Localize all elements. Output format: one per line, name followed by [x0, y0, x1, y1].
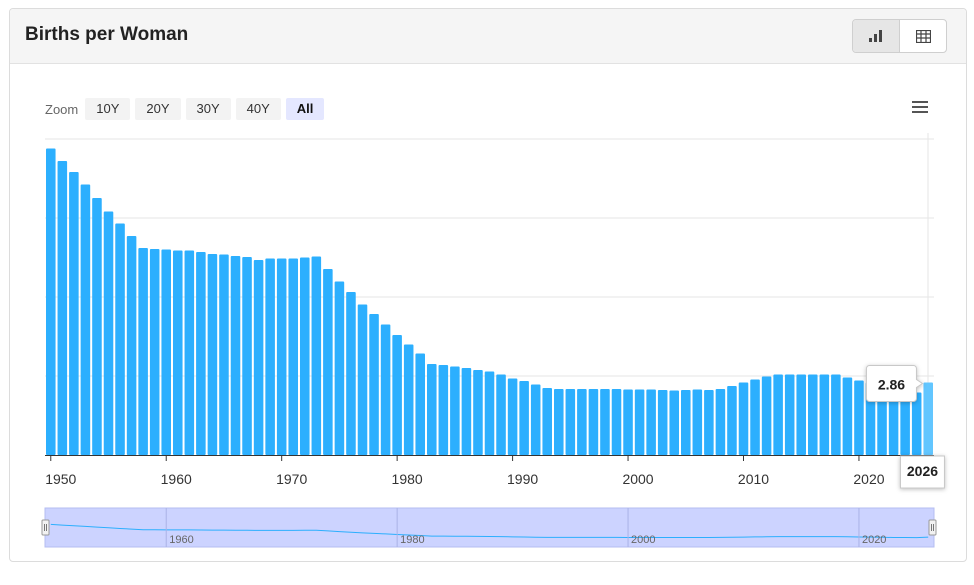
bar[interactable] [831, 374, 841, 456]
bar[interactable] [657, 390, 668, 455]
bar[interactable] [415, 353, 425, 456]
navigator-tick-label: 1960 [169, 534, 193, 546]
bar[interactable] [103, 211, 114, 456]
bar[interactable] [438, 365, 449, 455]
bar[interactable] [403, 344, 414, 456]
x-tick-label: 1980 [392, 471, 423, 487]
bar[interactable] [369, 314, 379, 455]
bar[interactable] [704, 390, 714, 455]
bar[interactable] [46, 148, 56, 456]
x-tick-label: 1970 [276, 471, 307, 487]
bar[interactable] [692, 389, 703, 456]
bar[interactable] [738, 382, 749, 456]
bar[interactable] [230, 256, 241, 455]
bar[interactable] [473, 370, 483, 455]
x-tick-label: 1990 [507, 471, 538, 487]
navigator-handle-left[interactable] [41, 519, 50, 536]
bar[interactable] [184, 250, 195, 456]
bar[interactable] [784, 374, 795, 456]
chart-area: 1950 1960 1970 1980 1990 2000 2010 2020 1960 198… [41, 133, 945, 548]
bar[interactable] [715, 389, 726, 455]
navigator-handle-right[interactable] [928, 519, 937, 536]
year-label: 2026 [899, 455, 945, 489]
navigator[interactable]: 1960 1980 2000 2020 [41, 507, 937, 548]
x-tick-label: 1950 [45, 471, 76, 487]
value-tooltip: 2.86 [865, 365, 924, 402]
bar[interactable] [565, 389, 576, 455]
bar[interactable] [126, 236, 137, 455]
x-tick-label: 2010 [738, 471, 769, 487]
bar[interactable] [819, 374, 830, 456]
x-axis: 1950 1960 1970 1980 1990 2000 2010 2020 [45, 455, 934, 487]
bar[interactable] [323, 269, 333, 455]
navigator-tick-label: 2000 [631, 534, 655, 546]
bar[interactable] [530, 384, 541, 456]
bar[interactable] [773, 374, 783, 456]
bar[interactable] [311, 256, 322, 456]
bar[interactable] [357, 304, 368, 456]
bar[interactable] [727, 386, 737, 455]
bar[interactable] [276, 258, 287, 456]
bar[interactable] [149, 249, 160, 455]
bar[interactable] [808, 374, 818, 456]
bar[interactable] [115, 223, 125, 456]
bar[interactable] [750, 379, 760, 456]
bar[interactable] [842, 377, 853, 456]
bar[interactable] [392, 335, 402, 455]
bar[interactable] [57, 161, 68, 455]
bar[interactable] [646, 389, 656, 456]
navigator-tick-label: 2020 [862, 534, 886, 546]
bar[interactable] [196, 252, 206, 455]
bar[interactable] [761, 376, 772, 456]
bar[interactable] [219, 254, 229, 456]
bar[interactable] [461, 368, 472, 455]
bar[interactable] [588, 389, 599, 455]
bar[interactable] [138, 248, 148, 455]
bar[interactable] [542, 388, 552, 455]
bar[interactable] [161, 249, 171, 456]
bar[interactable] [681, 390, 691, 455]
bar[interactable] [623, 389, 633, 456]
bar[interactable] [207, 254, 218, 455]
bar[interactable] [577, 389, 587, 455]
tooltip-value: 2.86 [878, 377, 905, 393]
bar[interactable] [380, 324, 391, 456]
bar[interactable] [242, 257, 252, 455]
bar[interactable] [265, 258, 275, 456]
bar[interactable] [484, 371, 495, 456]
bar[interactable] [507, 378, 518, 456]
bar[interactable] [796, 374, 806, 456]
bar[interactable] [300, 257, 310, 456]
navigator-tick-label: 1980 [400, 534, 424, 546]
bar[interactable] [288, 258, 298, 456]
x-tick-label: 1960 [161, 471, 192, 487]
bar[interactable] [427, 364, 437, 455]
bar[interactable] [346, 292, 356, 455]
x-tick-label: 2020 [853, 471, 884, 487]
bar[interactable] [923, 382, 933, 456]
bar[interactable] [450, 366, 460, 456]
bar[interactable] [173, 250, 183, 456]
bar[interactable] [519, 381, 529, 455]
bar[interactable] [92, 198, 102, 455]
bar[interactable] [611, 389, 622, 455]
bar[interactable] [496, 374, 506, 456]
x-tick-label: 2000 [622, 471, 653, 487]
bar[interactable] [80, 184, 91, 456]
bar[interactable] [554, 389, 564, 455]
bar[interactable] [69, 172, 79, 455]
bar[interactable] [854, 380, 864, 456]
year-label-text: 2026 [907, 463, 938, 479]
bar-series[interactable] [46, 148, 933, 456]
bar[interactable] [600, 389, 610, 455]
bar[interactable] [253, 260, 264, 455]
bar[interactable] [634, 389, 645, 456]
bar[interactable] [334, 281, 345, 456]
bar[interactable] [669, 390, 679, 456]
